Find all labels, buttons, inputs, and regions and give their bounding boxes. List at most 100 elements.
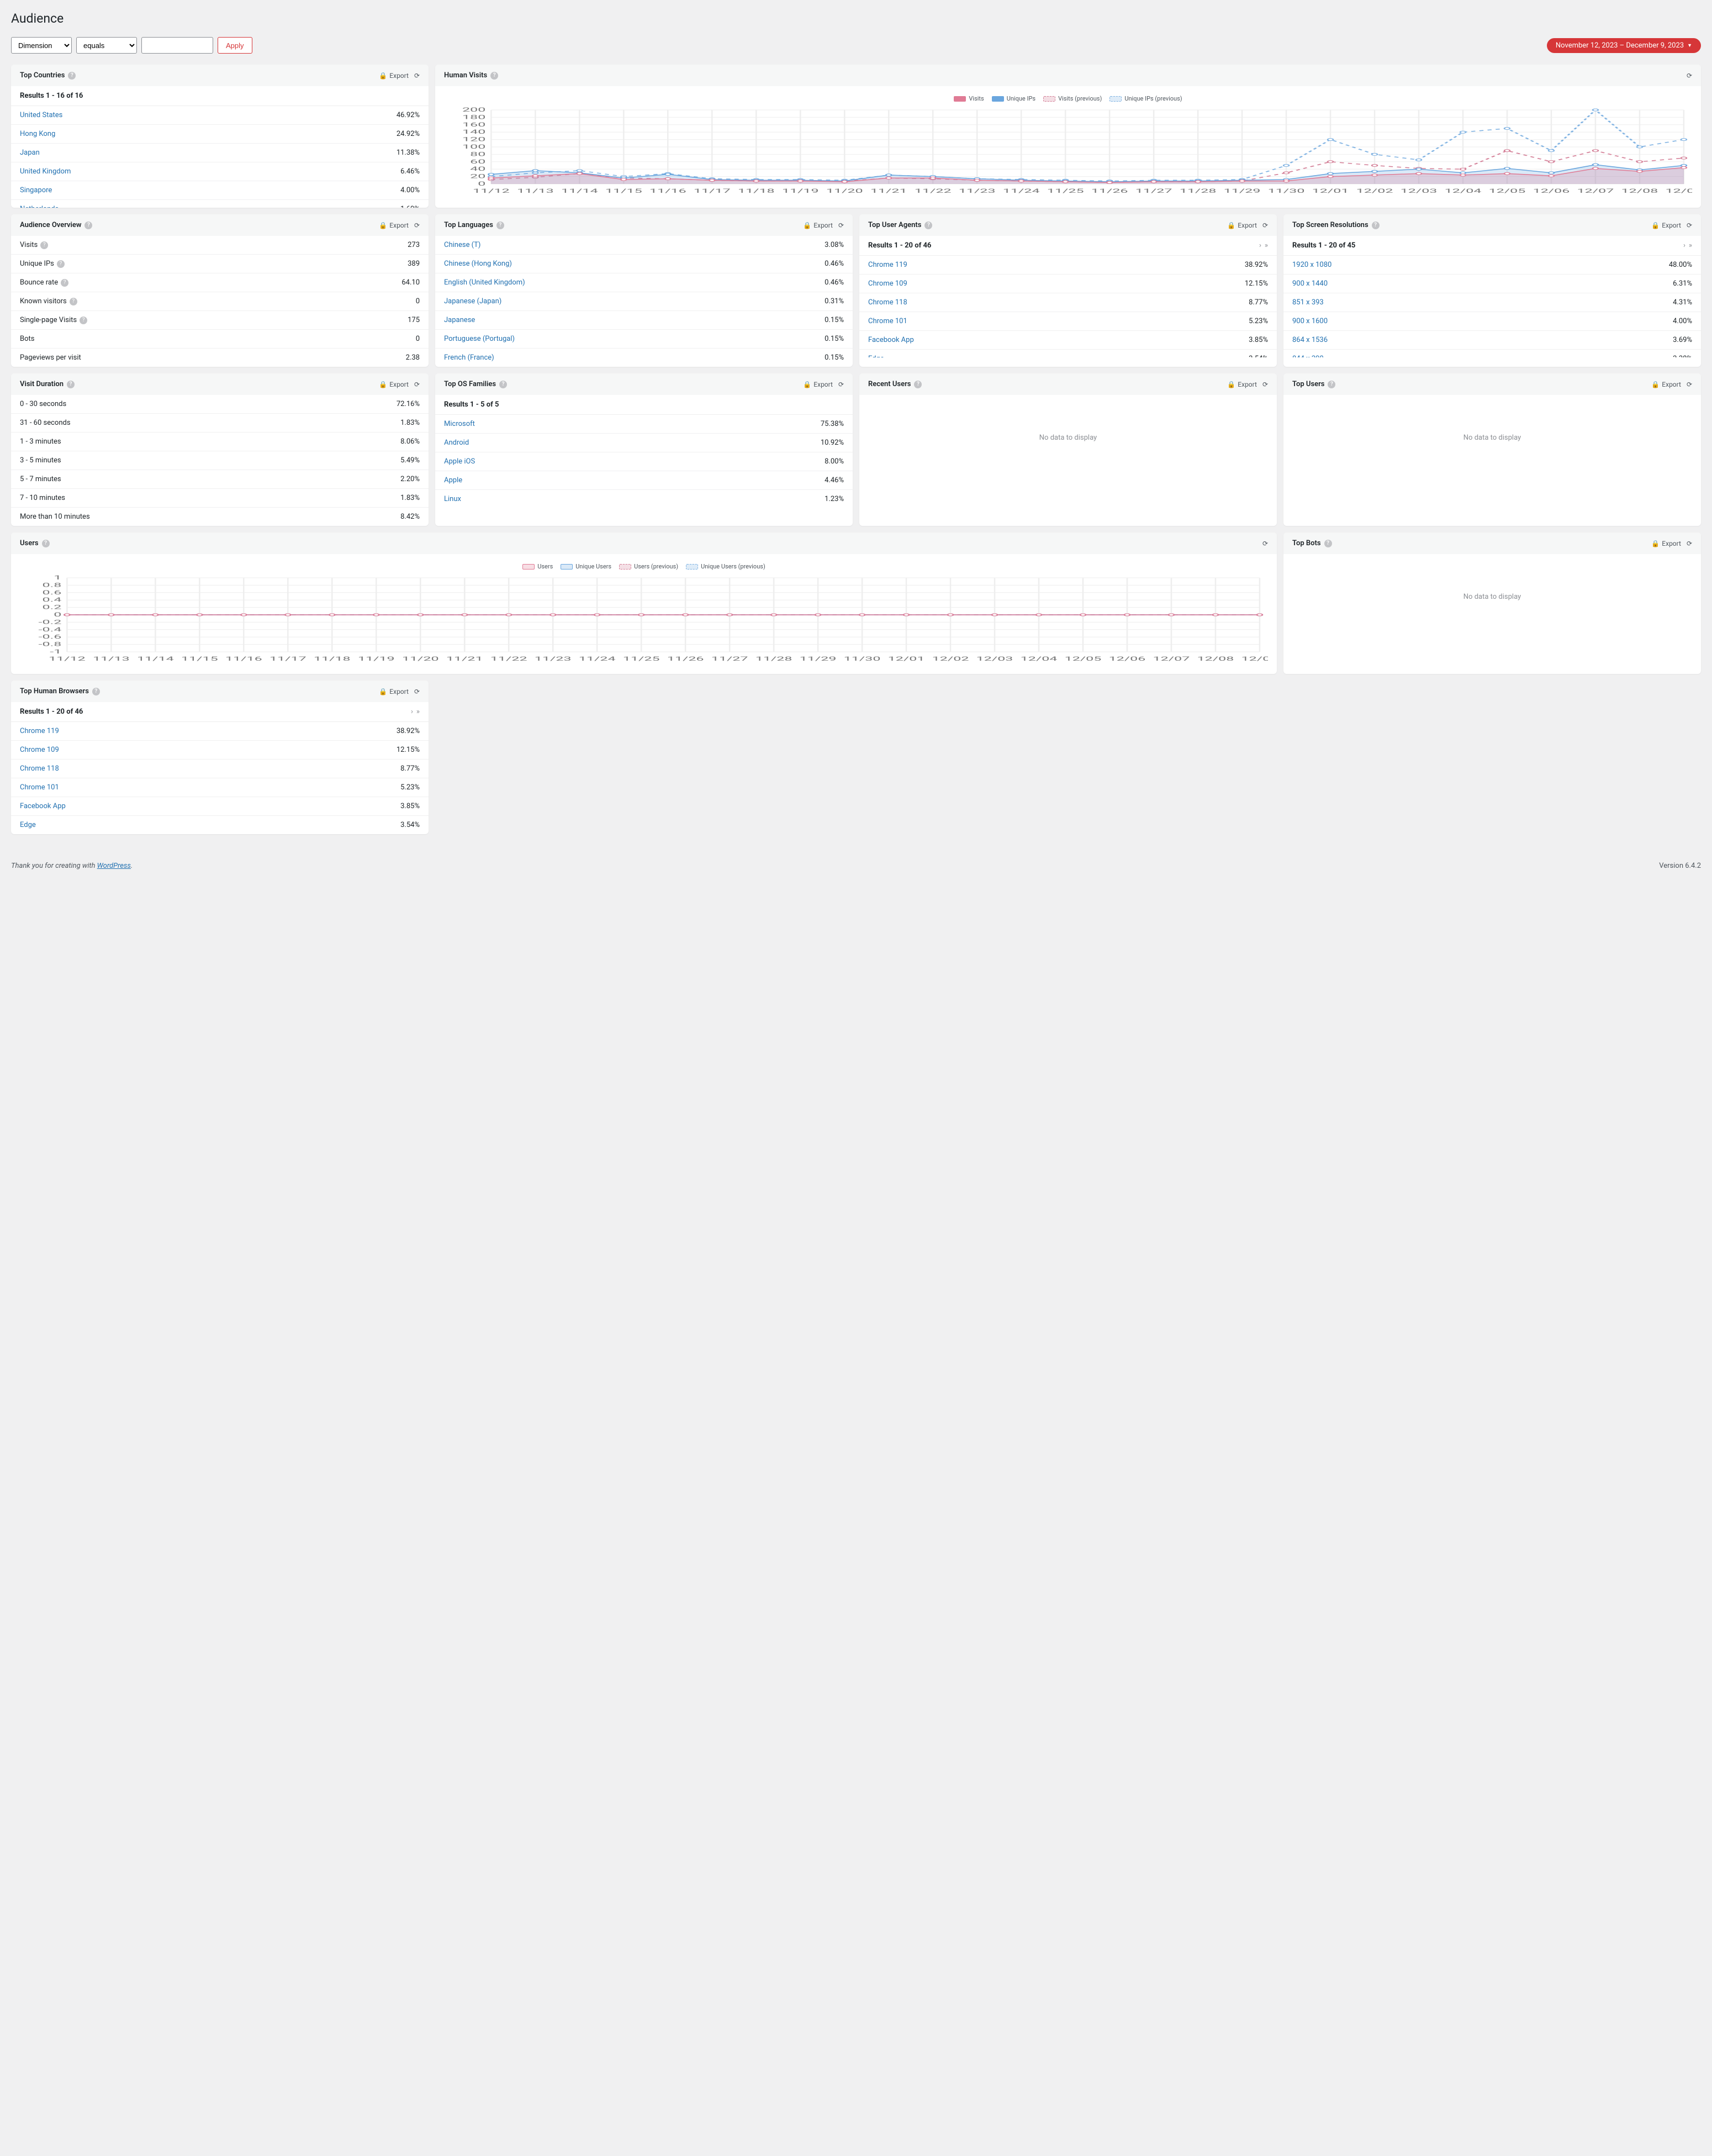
refresh-icon[interactable]: ⟳ [414, 72, 420, 80]
help-icon[interactable]: ? [1328, 381, 1335, 388]
help-icon[interactable]: ? [1372, 222, 1380, 229]
help-icon[interactable]: ? [67, 381, 75, 388]
help-icon[interactable]: ? [914, 381, 922, 388]
help-icon[interactable]: ? [70, 298, 77, 305]
row-name[interactable]: United States [20, 111, 62, 119]
row-name[interactable]: Japanese [444, 316, 475, 324]
refresh-icon[interactable]: ⟳ [1687, 72, 1692, 80]
filter-value-input[interactable] [141, 37, 213, 54]
row-value: 1.83% [400, 494, 420, 502]
row-name[interactable]: Netherlands [20, 205, 59, 208]
row-name[interactable]: Japanese (Japan) [444, 297, 501, 305]
help-icon[interactable]: ? [1324, 540, 1332, 547]
row-name[interactable]: French (France) [444, 354, 494, 362]
refresh-icon[interactable]: ⟳ [1262, 540, 1268, 547]
row-name[interactable]: Apple [444, 476, 462, 484]
refresh-icon[interactable]: ⟳ [414, 222, 420, 229]
help-icon[interactable]: ? [42, 540, 50, 547]
export-button[interactable]: 🔒Export [1227, 381, 1257, 388]
last-page-icon[interactable]: » [1689, 241, 1692, 250]
row-name[interactable]: Portuguese (Portugal) [444, 335, 515, 343]
row-name[interactable]: Apple iOS [444, 457, 475, 466]
help-icon[interactable]: ? [490, 72, 498, 80]
refresh-icon[interactable]: ⟳ [1687, 381, 1692, 388]
refresh-icon[interactable]: ⟳ [838, 222, 844, 229]
svg-text:120: 120 [462, 136, 485, 143]
row-name[interactable]: Chrome 101 [868, 317, 907, 325]
table-row: Chrome 1015.23% [11, 778, 429, 797]
export-button[interactable]: 🔒Export [379, 381, 409, 388]
row-name[interactable]: 900 x 1600 [1292, 317, 1328, 325]
row-name[interactable]: Facebook App [20, 802, 66, 810]
next-page-icon[interactable]: › [1683, 241, 1685, 250]
help-icon[interactable]: ? [496, 222, 504, 229]
row-name[interactable]: 864 x 1536 [1292, 336, 1328, 344]
row-name[interactable]: 844 x 390 [1292, 355, 1324, 357]
row-name[interactable]: 1920 x 1080 [1292, 261, 1331, 269]
refresh-icon[interactable]: ⟳ [414, 381, 420, 388]
help-icon[interactable]: ? [68, 72, 76, 80]
row-name[interactable]: Chrome 118 [20, 765, 59, 773]
help-icon[interactable]: ? [80, 317, 87, 324]
row-name[interactable]: Chinese (T) [444, 241, 480, 249]
row-name[interactable]: 900 x 1440 [1292, 280, 1328, 288]
row-name[interactable]: Chrome 109 [868, 280, 907, 288]
row-name[interactable]: Chrome 109 [20, 746, 59, 754]
svg-text:11/21: 11/21 [870, 188, 907, 194]
panel-top-os: Top OS Families? 🔒Export ⟳ Results 1 - 5… [435, 373, 853, 526]
wordpress-link[interactable]: WordPress [97, 862, 131, 870]
export-button[interactable]: 🔒Export [1227, 222, 1257, 229]
row-name[interactable]: Japan [20, 149, 40, 157]
row-name[interactable]: Hong Kong [20, 130, 55, 138]
row-name[interactable]: Microsoft [444, 420, 475, 428]
help-icon[interactable]: ? [40, 241, 48, 249]
refresh-icon[interactable]: ⟳ [1687, 540, 1692, 547]
export-button[interactable]: 🔒Export [379, 688, 409, 695]
svg-text:11/30: 11/30 [844, 656, 881, 662]
row-name[interactable]: Edge [20, 821, 36, 829]
row-name[interactable]: Android [444, 439, 469, 447]
export-button[interactable]: 🔒Export [803, 381, 833, 388]
export-button[interactable]: 🔒Export [379, 72, 409, 80]
export-button[interactable]: 🔒Export [803, 222, 833, 229]
help-icon[interactable]: ? [92, 688, 100, 695]
row-name[interactable]: English (United Kingdom) [444, 278, 525, 287]
row-name[interactable]: Linux [444, 495, 461, 503]
export-button[interactable]: 🔒Export [1651, 381, 1681, 388]
next-page-icon[interactable]: › [1259, 241, 1261, 250]
row-value: 4.00% [1673, 317, 1692, 325]
help-icon[interactable]: ? [84, 222, 92, 229]
dimension-select[interactable]: Dimension [11, 37, 72, 54]
help-icon[interactable]: ? [499, 381, 507, 388]
row-name[interactable]: Chrome 119 [20, 727, 59, 735]
row-name[interactable]: Chrome 119 [868, 261, 907, 269]
last-page-icon[interactable]: » [416, 708, 420, 716]
refresh-icon[interactable]: ⟳ [1262, 222, 1268, 229]
help-icon[interactable]: ? [57, 260, 65, 268]
refresh-icon[interactable]: ⟳ [414, 688, 420, 695]
row-name[interactable]: Singapore [20, 186, 52, 194]
next-page-icon[interactable]: › [411, 708, 413, 716]
refresh-icon[interactable]: ⟳ [1687, 222, 1692, 229]
last-page-icon[interactable]: » [1265, 241, 1268, 250]
export-button[interactable]: 🔒Export [379, 222, 409, 229]
svg-text:12/08: 12/08 [1197, 656, 1234, 662]
row-name[interactable]: Chinese (Hong Kong) [444, 260, 512, 268]
refresh-icon[interactable]: ⟳ [838, 381, 844, 388]
export-button[interactable]: 🔒Export [1651, 540, 1681, 547]
svg-text:180: 180 [462, 114, 485, 120]
row-name[interactable]: Facebook App [868, 336, 914, 344]
row-name[interactable]: Chrome 118 [868, 298, 907, 307]
row-name[interactable]: United Kingdom [20, 167, 71, 176]
apply-button[interactable]: Apply [218, 37, 252, 54]
help-icon[interactable]: ? [924, 222, 932, 229]
export-button[interactable]: 🔒Export [1651, 222, 1681, 229]
help-icon[interactable]: ? [61, 279, 68, 287]
operator-select[interactable]: equals [76, 37, 137, 54]
results-count: Results 1 - 20 of 46 [868, 241, 931, 250]
row-name[interactable]: Chrome 101 [20, 783, 59, 792]
row-name[interactable]: Edge [868, 355, 884, 357]
refresh-icon[interactable]: ⟳ [1262, 381, 1268, 388]
date-range-picker[interactable]: November 12, 2023 – December 9, 2023 [1547, 38, 1701, 53]
row-name[interactable]: 851 x 393 [1292, 298, 1324, 307]
